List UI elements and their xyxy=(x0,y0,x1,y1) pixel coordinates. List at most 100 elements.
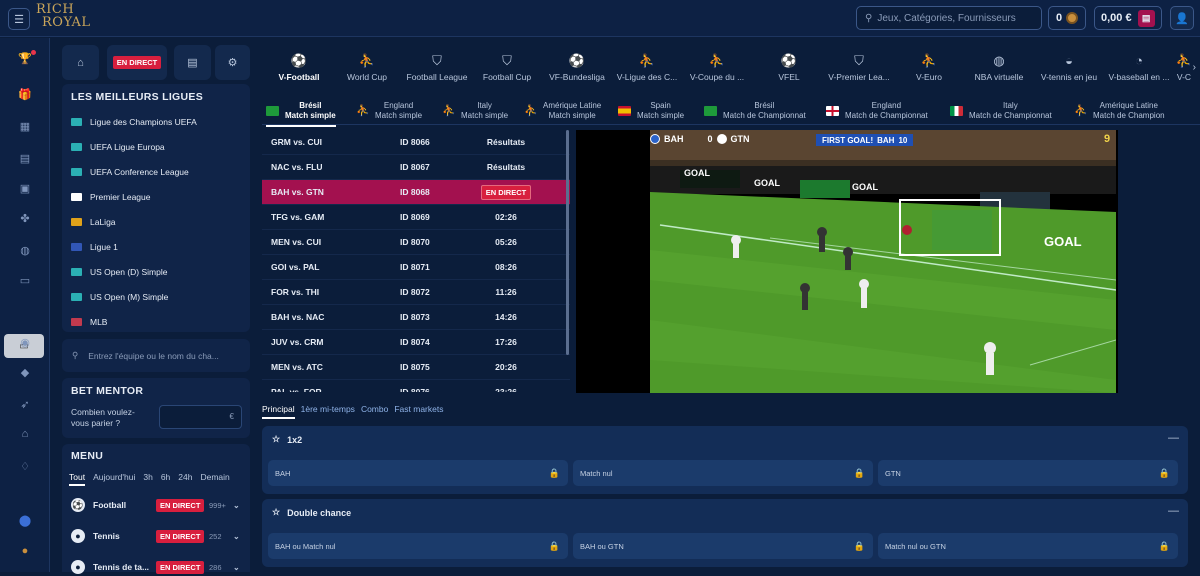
basket-icon[interactable]: ⌂ xyxy=(17,426,33,442)
stake-input[interactable]: € xyxy=(159,405,242,429)
gift-icon[interactable]: 🎁 xyxy=(17,86,33,102)
sport-item[interactable]: ⚽ Football EN DIRECT 999+ ⌄ xyxy=(71,496,246,514)
match-row[interactable]: MEN vs. CUI ID 8070 05:26 xyxy=(262,230,570,255)
search-input[interactable]: ⚲ Jeux, Catégories, Fournisseurs xyxy=(856,6,1042,30)
time-tab[interactable]: 24h xyxy=(178,472,192,486)
league-item[interactable]: Ligue des Champions UEFA xyxy=(71,114,197,130)
pin-icon[interactable]: ◉ xyxy=(17,334,33,350)
ball-icon[interactable]: ◍ xyxy=(17,242,33,258)
sport-tab[interactable]: ⛹ V-Coupe du ... xyxy=(680,52,754,100)
time-tab[interactable]: Tout xyxy=(69,472,86,486)
bet-tab[interactable]: Fast markets xyxy=(394,404,443,419)
cards-icon[interactable]: ▦ xyxy=(17,118,33,134)
video-player[interactable]: GOAL GOAL GOAL GOAL BAH 0 GTN FIRST GOAL… xyxy=(576,130,1118,393)
sport-tab[interactable]: ◒ V-tennis en jeu xyxy=(1032,52,1106,100)
match-row[interactable]: NAC vs. FLU ID 8067 Résultats xyxy=(262,155,570,180)
chevron-down-icon[interactable]: ⌄ xyxy=(233,501,240,510)
calendar-icon[interactable]: ▤ xyxy=(174,45,211,80)
league-tab[interactable]: Brésil Match de Championnat xyxy=(704,99,806,123)
logo[interactable]: RICH ROYAL xyxy=(36,3,98,33)
sport-tab[interactable]: ⛉ Football League xyxy=(400,52,474,100)
bet-tab[interactable]: 1ère mi-temps xyxy=(301,404,355,419)
league-item[interactable]: Premier League xyxy=(71,189,150,205)
collapse-icon[interactable]: — xyxy=(1168,505,1179,517)
league-tab[interactable]: ⛹ Amérique Latine Match de Champion xyxy=(1074,99,1165,123)
sport-tab[interactable]: ⚽ V-Football xyxy=(262,52,336,100)
bet-tab[interactable]: Combo xyxy=(361,404,388,419)
rocket-icon[interactable]: ➶ xyxy=(17,396,33,412)
sport-tab[interactable]: ◔ V-baseball en ... xyxy=(1102,52,1176,100)
sport-tab[interactable]: ⛉ Football Cup xyxy=(470,52,544,100)
star-icon[interactable]: ☆ xyxy=(272,434,280,445)
match-row[interactable]: GOI vs. PAL ID 8071 08:26 xyxy=(262,255,570,280)
match-row[interactable]: MEN vs. ATC ID 8075 20:26 xyxy=(262,355,570,380)
odd-button[interactable]: Match nul 🔒 xyxy=(573,460,873,486)
virtual-icon[interactable]: ▭ xyxy=(17,272,33,288)
league-tab[interactable]: Italy Match de Championnat xyxy=(950,99,1052,123)
odd-button[interactable]: Match nul ou GTN 🔒 xyxy=(878,533,1178,559)
sport-tab[interactable]: ⛉ V-Premier Lea... xyxy=(822,52,896,100)
match-row[interactable]: FOR vs. THI ID 8072 11:26 xyxy=(262,280,570,305)
ticket-icon[interactable]: ▤ xyxy=(17,150,33,166)
league-item[interactable]: Ligue 1 xyxy=(71,239,118,255)
time-tab[interactable]: 6h xyxy=(161,472,170,486)
league-tab[interactable]: ⛹ Italy Match simple xyxy=(442,99,508,123)
sport-tab[interactable]: ⛹ V-Euro xyxy=(892,52,966,100)
league-item[interactable]: US Open (M) Simple xyxy=(71,289,168,305)
diamond-icon[interactable]: ◆ xyxy=(17,364,33,380)
star-icon[interactable]: ☆ xyxy=(272,507,280,518)
coin-rail-icon[interactable]: ● xyxy=(17,543,33,559)
sport-tab[interactable]: ⚽ VFEL xyxy=(752,52,826,100)
odd-button[interactable]: BAH ou Match nul 🔒 xyxy=(268,533,568,559)
team-search-input[interactable]: ⚲ Entrez l'équipe ou le nom du cha... xyxy=(62,339,250,372)
match-row[interactable]: BAH vs. GTN ID 8068 EN DIRECT xyxy=(262,180,570,205)
league-item[interactable]: UEFA Ligue Europa xyxy=(71,139,165,155)
league-tab[interactable]: ⛹ England Match simple xyxy=(356,99,422,123)
sport-tab[interactable]: ⛹ World Cup xyxy=(330,52,404,100)
sport-tab[interactable]: ◍ NBA virtuelle xyxy=(962,52,1036,100)
home-icon[interactable]: ⌂ xyxy=(62,45,99,80)
settings-dot-icon[interactable]: ⬤ xyxy=(17,512,33,528)
sport-item[interactable]: ● Tennis de ta... EN DIRECT 286 ⌄ xyxy=(71,558,246,576)
league-item[interactable]: MLB xyxy=(71,314,107,330)
league-item[interactable]: UEFA Conference League xyxy=(71,164,189,180)
match-row[interactable]: TFG vs. GAM ID 8069 02:26 xyxy=(262,205,570,230)
balance-button[interactable]: 0,00 € ▤ xyxy=(1094,6,1162,30)
market-header[interactable]: ☆ Double chance xyxy=(272,507,351,518)
league-item[interactable]: LaLiga xyxy=(71,214,116,230)
scrollbar[interactable] xyxy=(566,130,569,355)
league-tab[interactable]: Spain Match simple xyxy=(618,99,684,123)
chevron-down-icon[interactable]: ⌄ xyxy=(233,563,240,572)
coins-button[interactable]: 0 xyxy=(1048,6,1086,30)
clover-icon[interactable]: ✤ xyxy=(17,210,33,226)
gem-icon[interactable]: ♢ xyxy=(17,458,33,474)
profile-avatar[interactable]: 👤 xyxy=(1170,6,1194,30)
league-tab[interactable]: England Match de Championnat xyxy=(826,99,928,123)
odd-button[interactable]: BAH ou GTN 🔒 xyxy=(573,533,873,559)
market-header[interactable]: ☆ 1x2 xyxy=(272,434,302,445)
live-button[interactable]: EN DIRECT xyxy=(107,45,167,80)
chevron-right-icon[interactable]: › xyxy=(1193,62,1196,73)
match-row[interactable]: PAL vs. FOR ID 8076 23:26 xyxy=(262,380,570,392)
time-tab[interactable]: Demain xyxy=(200,472,229,486)
collapse-icon[interactable]: — xyxy=(1168,432,1179,444)
league-item[interactable]: US Open (D) Simple xyxy=(71,264,167,280)
menu-toggle-icon[interactable]: ☰ xyxy=(8,8,30,30)
time-tab[interactable]: 3h xyxy=(143,472,152,486)
league-tab[interactable]: ⛹ Amérique Latine Match simple xyxy=(524,99,601,123)
chevron-down-icon[interactable]: ⌄ xyxy=(233,532,240,541)
league-tab[interactable]: Brésil Match simple xyxy=(266,99,336,127)
sport-tab[interactable]: ⛹ V-C xyxy=(1168,52,1200,100)
gear-icon[interactable]: ⚙ xyxy=(215,45,250,80)
sport-tab[interactable]: ⛹ V-Ligue des C... xyxy=(610,52,684,100)
match-row[interactable]: JUV vs. CRM ID 8074 17:26 xyxy=(262,330,570,355)
match-row[interactable]: GRM vs. CUI ID 8066 Résultats xyxy=(262,130,570,155)
sport-tab[interactable]: ⚽ VF-Bundesliga xyxy=(540,52,614,100)
odd-button[interactable]: GTN 🔒 xyxy=(878,460,1178,486)
time-tab[interactable]: Aujourd'hui xyxy=(93,472,135,486)
slot-icon[interactable]: ▣ xyxy=(17,180,33,196)
sport-item[interactable]: ● Tennis EN DIRECT 252 ⌄ xyxy=(71,527,246,545)
match-row[interactable]: BAH vs. NAC ID 8073 14:26 xyxy=(262,305,570,330)
odd-button[interactable]: BAH 🔒 xyxy=(268,460,568,486)
bet-tab[interactable]: Principal xyxy=(262,404,295,419)
